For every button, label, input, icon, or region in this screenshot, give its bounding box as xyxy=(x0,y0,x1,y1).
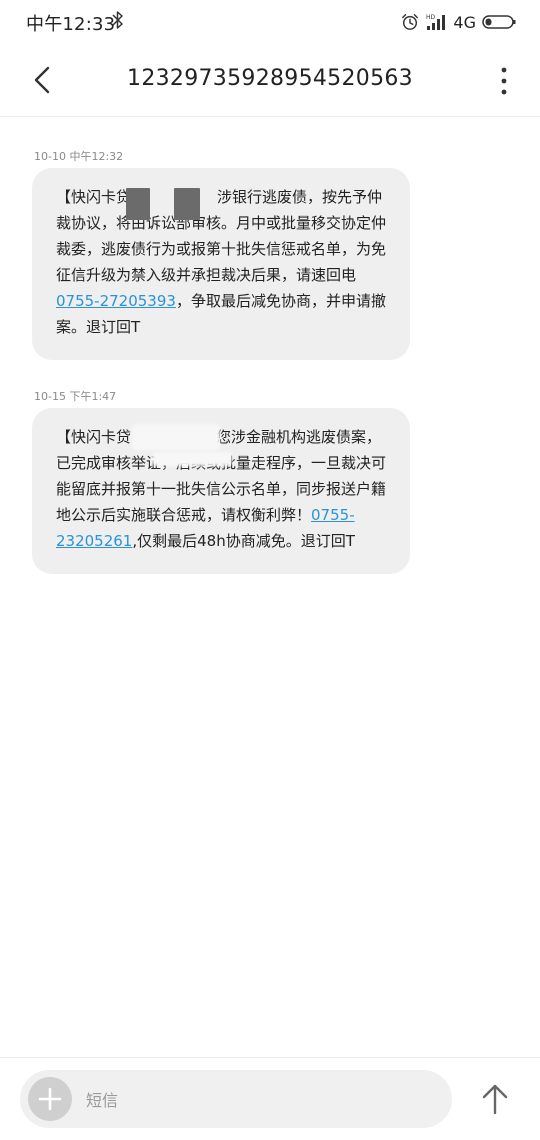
plus-icon xyxy=(38,1087,62,1111)
message-group: 10-10 中午12:32 【快闪卡贷 涉银行逃废债，按先予仲裁协议，将由诉讼部审… xyxy=(32,148,410,360)
status-time: 中午12:33 xyxy=(26,14,116,35)
message-text: ,仅剩最后48h协商减免。退订回T xyxy=(132,532,355,550)
message-bubble[interactable]: 【快闪卡贷 于您涉金融机构逃废债案，已完成审核举证，后续或批量走程序，一旦裁决可能… xyxy=(32,408,410,574)
svg-text:HD: HD xyxy=(426,14,436,21)
message-timestamp: 10-15 下午1:47 xyxy=(34,390,117,403)
more-vertical-icon[interactable] xyxy=(498,66,510,96)
network-type: 4G xyxy=(453,12,476,32)
send-arrow-icon[interactable] xyxy=(480,1082,510,1116)
compose-field-container xyxy=(20,1070,452,1128)
signal-icon: HD xyxy=(426,14,446,30)
redaction-block xyxy=(126,188,150,220)
status-icons: HD 4G xyxy=(401,10,516,34)
compose-bar xyxy=(0,1057,540,1140)
message-text: 【快闪卡贷 xyxy=(56,188,132,206)
alarm-icon xyxy=(402,14,419,30)
phone-link[interactable]: 0755-27205393 xyxy=(56,292,176,310)
add-attachment-button[interactable] xyxy=(28,1077,72,1121)
message-text: 【快闪卡贷 xyxy=(56,428,132,446)
bluetooth-icon xyxy=(112,10,124,35)
battery-icon xyxy=(482,15,516,29)
conversation-title: 12329735928954520563 xyxy=(127,66,413,91)
message-bubble[interactable]: 【快闪卡贷 涉银行逃废债，按先予仲裁协议，将由诉讼部审核。月中或批量移交协定仲裁委… xyxy=(32,168,410,360)
status-bar: 中午12:33 HD 4G xyxy=(0,0,540,44)
conversation-header: 12329735928954520563 xyxy=(0,44,540,117)
redaction-block xyxy=(174,188,200,220)
message-group: 10-15 下午1:47 【快闪卡贷 于您涉金融机构逃废债案，已完成审核举证，后续… xyxy=(32,388,410,574)
redaction-block xyxy=(132,424,220,450)
message-input[interactable] xyxy=(84,1082,428,1118)
message-timestamp: 10-10 中午12:32 xyxy=(34,150,124,163)
redaction-block xyxy=(152,452,232,466)
